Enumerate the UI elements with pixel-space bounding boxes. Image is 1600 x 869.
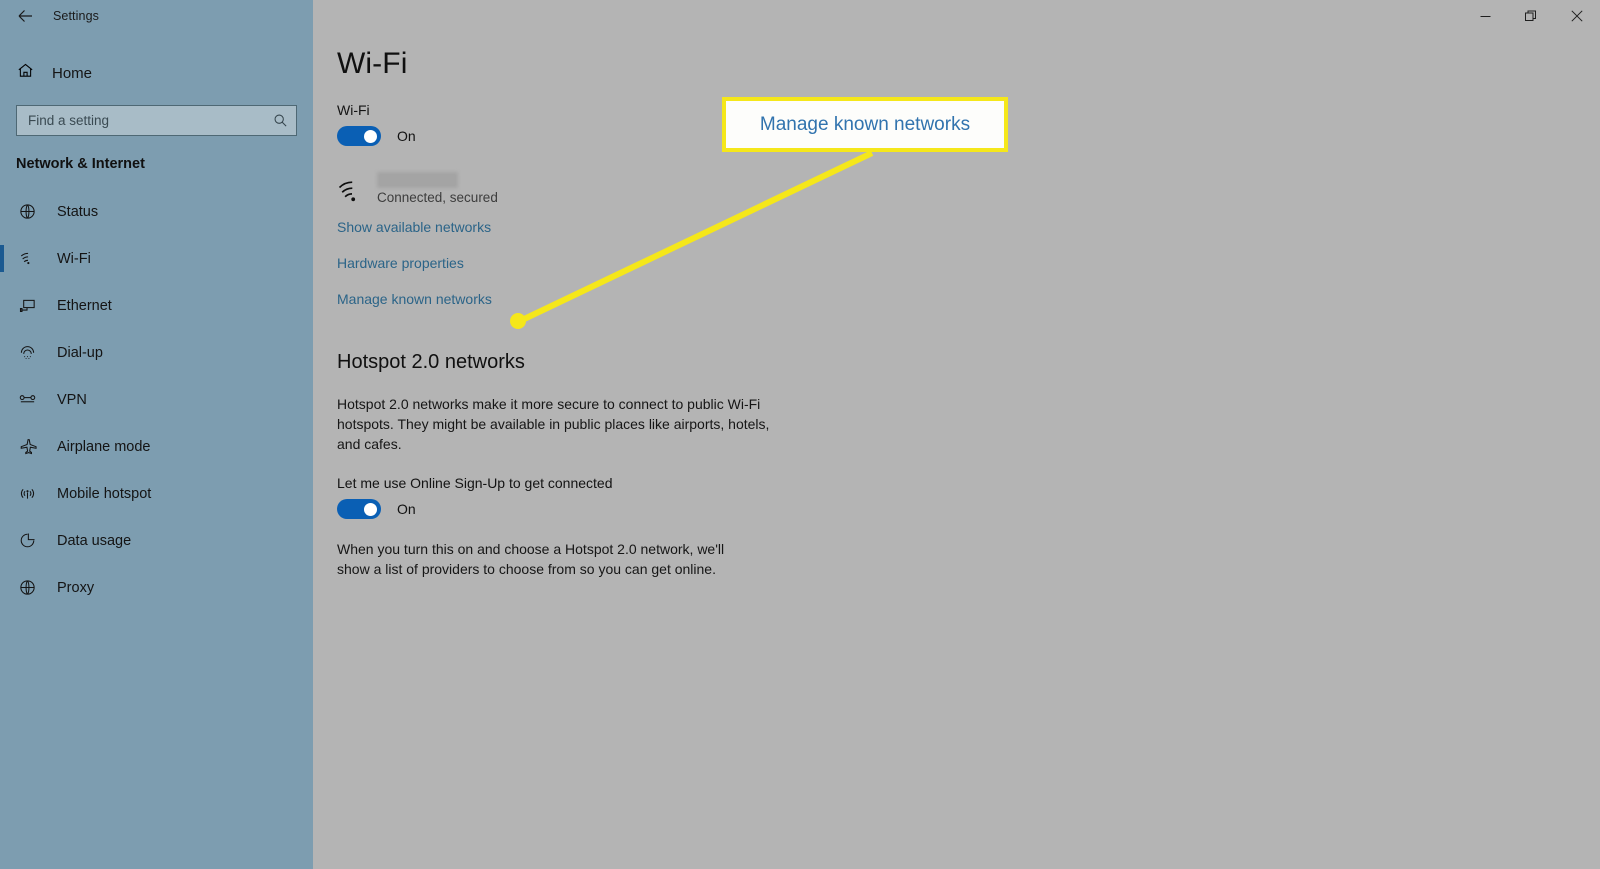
manage-known-networks-link[interactable]: Manage known networks (337, 291, 492, 307)
window-controls (1462, 0, 1600, 32)
mobile-hotspot-icon (16, 483, 38, 505)
show-available-networks-link[interactable]: Show available networks (337, 219, 491, 235)
vpn-icon (16, 389, 38, 411)
wifi-toggle-knob (364, 129, 377, 143)
callout-label: Manage known networks (759, 113, 971, 135)
wifi-toggle-state: On (397, 128, 416, 144)
network-status: Connected, secured (377, 190, 498, 205)
sidebar-item-mobile-hotspot[interactable]: Mobile hotspot (0, 470, 313, 517)
hotspot-section-title: Hotspot 2.0 networks (337, 351, 525, 373)
home-icon (16, 61, 35, 85)
sidebar-item-airplane-mode[interactable]: Airplane mode (0, 423, 313, 470)
sidebar-item-data-usage[interactable]: Data usage (0, 517, 313, 564)
network-text: Connected, secured (377, 172, 498, 205)
sidebar-item-label: Airplane mode (57, 438, 151, 455)
sidebar-item-label: Status (57, 203, 99, 220)
online-signup-label: Let me use Online Sign-Up to get connect… (337, 475, 613, 491)
sidebar-item-home[interactable]: Home (0, 56, 313, 90)
sidebar-nav-list: Status Wi-Fi Ethernet Dial-up VPN Airpla… (0, 188, 313, 611)
hotspot-description: Hotspot 2.0 networks make it more secure… (337, 396, 770, 452)
sidebar-item-vpn[interactable]: VPN (0, 376, 313, 423)
airplane-icon (16, 436, 38, 458)
search-box[interactable] (16, 105, 297, 136)
back-arrow-icon[interactable] (14, 5, 36, 27)
search-icon[interactable] (273, 113, 288, 128)
data-usage-icon (16, 530, 38, 552)
online-signup-toggle-row: On (337, 499, 1600, 519)
sidebar-item-label: Dial-up (57, 344, 103, 361)
restore-icon[interactable] (1508, 0, 1554, 32)
sidebar-item-wifi[interactable]: Wi-Fi (0, 235, 313, 282)
wifi-signal-icon (337, 178, 367, 204)
hardware-properties-link[interactable]: Hardware properties (337, 255, 464, 271)
sidebar-item-label: Ethernet (57, 297, 112, 314)
current-network[interactable]: Connected, secured (337, 172, 1600, 205)
network-ssid-redacted (377, 172, 458, 188)
callout-box[interactable]: Manage known networks (722, 97, 1008, 152)
sidebar-item-label: Wi-Fi (57, 250, 91, 267)
globe-status-icon (16, 201, 38, 223)
hardware-properties-row: Hardware properties (337, 255, 1600, 273)
show-available-networks-row: Show available networks (337, 219, 1600, 237)
sidebar-item-dialup[interactable]: Dial-up (0, 329, 313, 376)
wifi-toggle[interactable] (337, 126, 381, 146)
titlebar-left: Settings (0, 0, 313, 32)
sidebar-item-label: VPN (57, 391, 87, 408)
hotspot-footnote: When you turn this on and choose a Hotsp… (337, 541, 725, 577)
online-signup-toggle-state: On (397, 501, 416, 517)
close-icon[interactable] (1554, 0, 1600, 32)
online-signup-toggle-knob (364, 502, 377, 516)
sidebar-category-title: Network & Internet (16, 156, 145, 172)
manage-known-networks-row: Manage known networks (337, 291, 1600, 309)
minimize-icon[interactable] (1462, 0, 1508, 32)
sidebar-item-label: Data usage (57, 532, 132, 549)
sidebar-item-label: Proxy (57, 579, 95, 596)
sidebar: Settings Home Network & Internet (0, 0, 313, 869)
ethernet-icon (16, 295, 38, 317)
sidebar-item-proxy[interactable]: Proxy (0, 564, 313, 611)
search-input[interactable] (28, 113, 273, 128)
app-title: Settings (53, 9, 99, 23)
sidebar-item-label: Mobile hotspot (57, 485, 152, 502)
wifi-settings-panel: Wi-Fi Wi-Fi On Connected, secured Show a… (313, 0, 1600, 579)
page-title: Wi-Fi (337, 47, 408, 80)
dialup-icon (16, 342, 38, 364)
sidebar-item-ethernet[interactable]: Ethernet (0, 282, 313, 329)
home-label: Home (52, 64, 93, 82)
sidebar-item-status[interactable]: Status (0, 188, 313, 235)
proxy-globe-icon (16, 577, 38, 599)
online-signup-toggle[interactable] (337, 499, 381, 519)
wifi-icon (16, 248, 38, 270)
